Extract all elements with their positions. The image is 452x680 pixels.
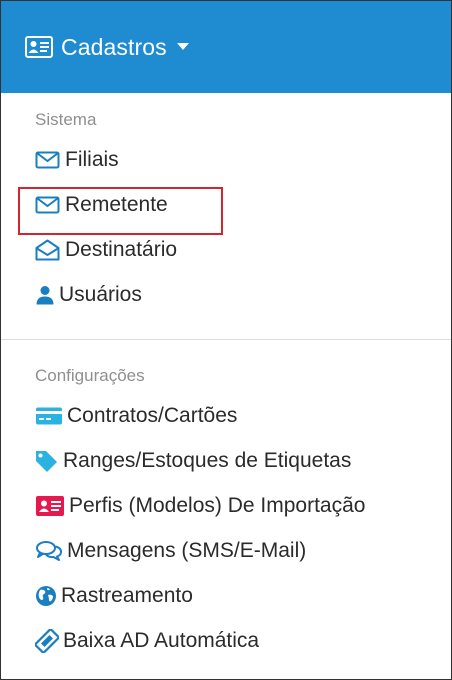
menu-item-destinatario[interactable]: Destinatário: [1, 227, 451, 272]
menu-item-label: Perfis (Modelos) De Importação: [69, 493, 366, 517]
address-card-icon: [25, 36, 53, 58]
globe-icon: [35, 585, 57, 607]
menu-item-label: Rastreamento: [61, 583, 193, 607]
envelope-icon: [35, 195, 61, 215]
section-label-configuracoes: Configurações: [35, 366, 145, 385]
menu-item-usuarios[interactable]: Usuários: [1, 272, 451, 317]
menu-item-label: Destinatário: [65, 237, 178, 261]
envelope-open-icon: [35, 239, 61, 261]
menu-item-label: Contratos/Cartões: [67, 403, 238, 427]
tag-icon: [35, 450, 59, 472]
menu-item-label: Remetente: [65, 192, 168, 216]
menu-item-label: Usuários: [59, 282, 142, 306]
id-card-icon: [35, 495, 65, 517]
envelope-icon: [35, 150, 61, 170]
menu-item-remetente[interactable]: Remetente: [1, 182, 451, 227]
menu-item-perfis-importacao[interactable]: Perfis (Modelos) De Importação: [1, 483, 451, 528]
menu-item-contratos-cartoes[interactable]: Contratos/Cartões: [1, 393, 451, 438]
cadastros-header[interactable]: Cadastros: [1, 1, 451, 93]
menu-item-mensagens[interactable]: Mensagens (SMS/E-Mail): [1, 528, 451, 573]
comments-icon: [35, 540, 63, 562]
menu-item-label: Baixa AD Automática: [63, 628, 260, 652]
credit-card-icon: [35, 406, 63, 426]
user-icon: [35, 285, 55, 305]
cadastros-menu: Cadastros Sistema Filiais Remetente Dest…: [0, 0, 452, 680]
menu-item-label: Filiais: [65, 147, 119, 171]
menu-item-baixa-ad[interactable]: Baixa AD Automática: [1, 618, 451, 663]
menu-item-rastreamento[interactable]: Rastreamento: [1, 573, 451, 618]
section-divider: [1, 339, 451, 340]
caret-down-icon: [176, 43, 189, 51]
menu-item-ranges-estoques[interactable]: Ranges/Estoques de Etiquetas: [1, 438, 451, 483]
section-label-sistema: Sistema: [35, 110, 97, 129]
header-title: Cadastros: [61, 33, 167, 60]
ticket-icon: [35, 628, 59, 653]
menu-item-label: Ranges/Estoques de Etiquetas: [63, 448, 352, 472]
menu-item-label: Mensagens (SMS/E-Mail): [67, 538, 307, 562]
menu-item-filiais[interactable]: Filiais: [1, 137, 451, 182]
